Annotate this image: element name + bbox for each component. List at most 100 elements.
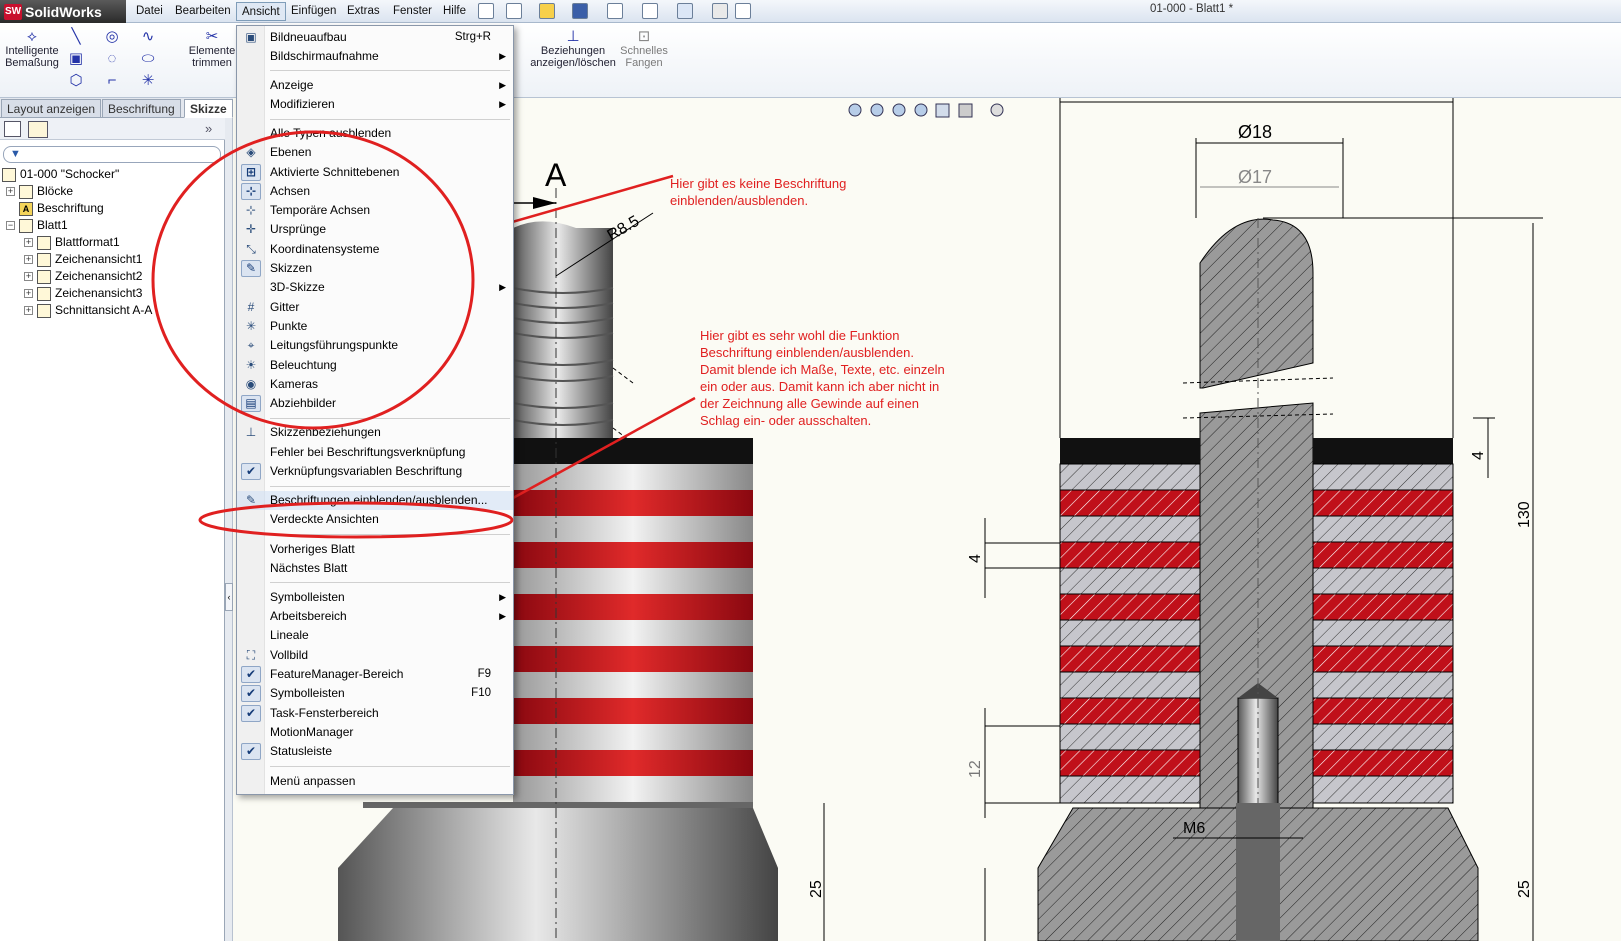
- menu-item-motionmanager[interactable]: MotionManager: [237, 723, 513, 742]
- menu-item-show-hide-annotations[interactable]: ✎ Beschriftungen einblenden/ausblenden...: [237, 491, 513, 510]
- tree-item-blattformat1[interactable]: + Blattformat1: [2, 234, 224, 251]
- checkmark-icon: ✔: [241, 705, 261, 722]
- tree-root[interactable]: 01-000 "Schocker": [2, 166, 224, 183]
- spline-icon[interactable]: ∿: [140, 29, 156, 45]
- menu-item-workspace[interactable]: Arbeitsbereich ▶: [237, 607, 513, 626]
- tree-item-view2[interactable]: + Zeichenansicht2: [2, 268, 224, 285]
- menu-item-coordinate-systems[interactable]: ⤡ Koordinatensysteme: [237, 240, 513, 259]
- ellipse-icon[interactable]: ⬭: [140, 51, 156, 67]
- menu-item-section-planes[interactable]: ⊞ Aktivierte Schnittebenen: [237, 163, 513, 182]
- menu-ansicht[interactable]: Ansicht: [236, 2, 286, 21]
- rectangle-icon[interactable]: ▣: [68, 51, 84, 67]
- traffic-light-icon[interactable]: [712, 3, 728, 19]
- view-toolbar[interactable]: [848, 103, 1004, 118]
- tree-item-beschriftung[interactable]: A Beschriftung: [2, 200, 224, 217]
- fillet-icon[interactable]: ⌐: [104, 73, 120, 89]
- save-icon[interactable]: [572, 3, 588, 19]
- menu-item-modify[interactable]: Modifizieren ▶: [237, 95, 513, 114]
- menu-item-cameras[interactable]: ◉ Kameras: [237, 375, 513, 394]
- pin-icon[interactable]: [478, 3, 494, 19]
- print-icon[interactable]: [607, 3, 623, 19]
- tree-item-view1[interactable]: + Zeichenansicht1: [2, 251, 224, 268]
- relations-label: Beziehungen anzeigen/löschen: [530, 45, 616, 69]
- tree-filter-input[interactable]: ▼: [3, 146, 221, 163]
- fullscreen-icon: ⛶: [246, 648, 256, 662]
- menu-bearbeiten[interactable]: Bearbeiten: [170, 2, 236, 21]
- polygon-icon[interactable]: ⬡: [68, 73, 84, 89]
- menu-item-fullscreen[interactable]: ⛶ Vollbild: [237, 646, 513, 665]
- menu-item-toolbars[interactable]: Symbolleisten ▶: [237, 588, 513, 607]
- open-folder-icon[interactable]: [539, 3, 555, 19]
- menu-item-annotation-link-errors[interactable]: Fehler bei Beschriftungsverknüpfung: [237, 443, 513, 462]
- menu-item-featuremanager-area[interactable]: ✔ FeatureManager-Bereich F9: [237, 665, 513, 684]
- select-cursor-icon[interactable]: [677, 3, 693, 19]
- options-list-icon[interactable]: [735, 3, 751, 19]
- quick-snap-button[interactable]: ⊡ Schnelles Fangen: [617, 29, 671, 70]
- menu-item-temp-axes[interactable]: ⊹ Temporäre Achsen: [237, 201, 513, 220]
- tree-item-bloecke[interactable]: + Blöcke: [2, 183, 224, 200]
- trim-entities-button[interactable]: ✂ Elemente trimmen: [185, 29, 239, 70]
- tree-item-view3[interactable]: + Zeichenansicht3: [2, 285, 224, 302]
- menu-item-status-bar[interactable]: ✔ Statusleiste: [237, 742, 513, 761]
- new-document-icon[interactable]: [506, 3, 522, 19]
- note2-line5: der Zeichnung alle Gewinde auf einen: [700, 396, 919, 411]
- expand-icon[interactable]: +: [24, 255, 33, 264]
- menu-extras[interactable]: Extras: [342, 2, 385, 21]
- menu-item-toolbars-f10[interactable]: ✔ Symbolleisten F10: [237, 684, 513, 703]
- menu-item-hidden-views[interactable]: Verdeckte Ansichten: [237, 510, 513, 529]
- circle-icon[interactable]: ◎: [104, 29, 120, 45]
- expand-icon[interactable]: +: [24, 272, 33, 281]
- menu-item-axes[interactable]: ⊹ Achsen: [237, 182, 513, 201]
- tab-annotation[interactable]: Beschriftung: [102, 99, 181, 118]
- app-logo[interactable]: SW SolidWorks: [0, 0, 126, 23]
- menu-item-lighting[interactable]: ☀ Beleuchtung: [237, 356, 513, 375]
- menu-item-previous-sheet[interactable]: Vorheriges Blatt: [237, 540, 513, 559]
- menu-item-3d-sketch[interactable]: 3D-Skizze ▶: [237, 278, 513, 297]
- menu-item-customize-menu[interactable]: Menü anpassen: [237, 772, 513, 791]
- relations-button[interactable]: ⊥ Beziehungen anzeigen/löschen: [530, 29, 616, 70]
- arc-icon[interactable]: ◌: [104, 51, 120, 67]
- expand-panel-icon[interactable]: »: [205, 121, 212, 136]
- menu-item-points[interactable]: ✳ Punkte: [237, 317, 513, 336]
- tree-item-section[interactable]: + Schnittansicht A-A: [2, 302, 224, 319]
- menu-item-origins[interactable]: ✛ Ursprünge: [237, 220, 513, 239]
- panel-splitter[interactable]: ‹: [225, 118, 233, 941]
- menu-item-hide-all-types[interactable]: Alle Typen ausblenden: [237, 124, 513, 143]
- menu-item-planes[interactable]: ◈ Ebenen: [237, 143, 513, 162]
- menu-item-annotation-link-variables[interactable]: ✔ Verknüpfungsvariablen Beschriftung: [237, 462, 513, 481]
- menu-item-redraw[interactable]: ▣ Bildneuaufbau Strg+R: [237, 28, 513, 47]
- menu-item-grid[interactable]: # Gitter: [237, 298, 513, 317]
- hide-show-items-icon: [990, 103, 1004, 117]
- menu-fenster[interactable]: Fenster: [388, 2, 437, 21]
- menu-item-decals[interactable]: ▤ Abziehbilder: [237, 394, 513, 413]
- undo-icon[interactable]: [642, 3, 658, 19]
- menu-item-route-points[interactable]: ⌖ Leitungsführungspunkte: [237, 336, 513, 355]
- menu-item-sketches[interactable]: ✎ Skizzen: [237, 259, 513, 278]
- menu-item-next-sheet[interactable]: Nächstes Blatt: [237, 559, 513, 578]
- tree-root-label: 01-000 "Schocker": [20, 167, 120, 181]
- expand-icon[interactable]: +: [24, 306, 33, 315]
- smart-dimension-button[interactable]: ⟡ Intelligente Bemaßung: [4, 29, 60, 70]
- tree-item-blatt1[interactable]: − Blatt1: [2, 217, 224, 234]
- menu-item-task-pane[interactable]: ✔ Task-Fensterbereich: [237, 704, 513, 723]
- collapse-panel-icon[interactable]: ‹: [225, 583, 233, 611]
- expand-icon[interactable]: +: [6, 187, 15, 196]
- line-icon[interactable]: ╲: [68, 29, 84, 45]
- menu-hilfe[interactable]: Hilfe: [438, 2, 471, 21]
- menu-item-sketch-relations[interactable]: ⊥ Skizzenbeziehungen: [237, 423, 513, 442]
- menu-datei[interactable]: Datei: [131, 2, 168, 21]
- menu-einfuegen[interactable]: Einfügen: [286, 2, 341, 21]
- tab-layout[interactable]: Layout anzeigen: [1, 99, 102, 118]
- menu-label: Verdeckte Ansichten: [270, 512, 379, 526]
- property-manager-tab-icon[interactable]: [28, 121, 48, 138]
- menu-item-rulers[interactable]: Lineale: [237, 626, 513, 645]
- menu-item-screen-capture[interactable]: Bildschirmaufnahme ▶: [237, 47, 513, 66]
- tab-sketch[interactable]: Skizze: [184, 99, 233, 118]
- featuremanager-tab-icon[interactable]: [4, 121, 21, 137]
- expand-icon[interactable]: +: [24, 238, 33, 247]
- note2-line2: Beschriftung einblenden/ausblenden.: [700, 345, 914, 360]
- menu-item-display[interactable]: Anzeige ▶: [237, 76, 513, 95]
- point-icon[interactable]: ✳: [140, 73, 156, 89]
- collapse-icon[interactable]: −: [6, 221, 15, 230]
- expand-icon[interactable]: +: [24, 289, 33, 298]
